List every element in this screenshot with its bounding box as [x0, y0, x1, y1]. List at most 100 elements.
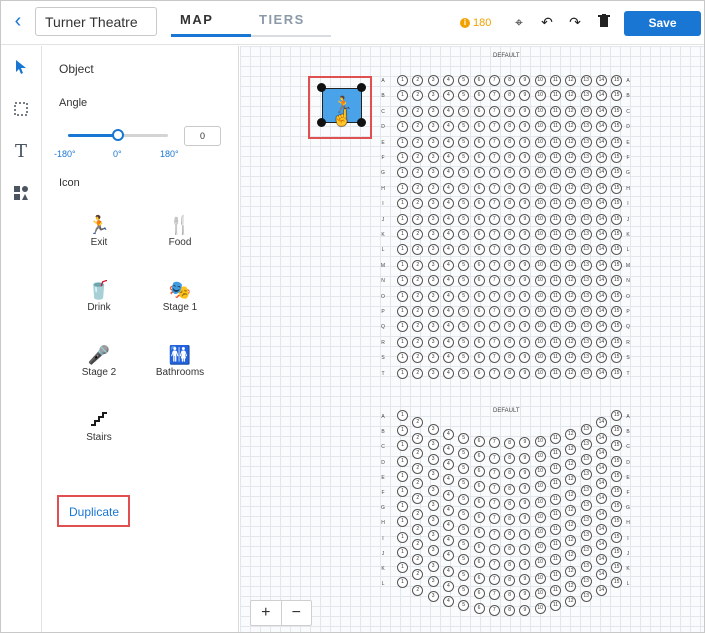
- seat[interactable]: 5: [458, 275, 470, 287]
- seat[interactable]: 12: [565, 580, 577, 592]
- seat[interactable]: 10: [534, 367, 546, 379]
- seat[interactable]: 12: [565, 244, 577, 256]
- seat[interactable]: 8: [504, 259, 516, 271]
- seat[interactable]: 13: [580, 259, 592, 271]
- seat[interactable]: 14: [595, 213, 607, 225]
- seat[interactable]: 6: [473, 306, 485, 317]
- seat[interactable]: 2: [412, 75, 424, 86]
- seat[interactable]: 13: [580, 575, 592, 587]
- seat[interactable]: 9: [519, 275, 531, 287]
- seat[interactable]: 9: [519, 182, 531, 194]
- angle-slider[interactable]: [68, 129, 168, 141]
- seat[interactable]: 1: [397, 167, 408, 179]
- seat[interactable]: 6: [473, 602, 485, 614]
- seat[interactable]: 6: [473, 290, 485, 302]
- seat[interactable]: 7: [488, 306, 500, 317]
- seat[interactable]: 14: [595, 105, 607, 117]
- seat[interactable]: 3: [427, 275, 439, 287]
- seat[interactable]: 12: [565, 259, 577, 271]
- seat[interactable]: 4: [442, 336, 454, 348]
- seat[interactable]: 14: [595, 121, 607, 133]
- seat[interactable]: 12: [565, 198, 577, 210]
- seat[interactable]: 9: [519, 437, 531, 449]
- seat[interactable]: 11: [550, 152, 561, 163]
- seat[interactable]: 1: [397, 182, 408, 194]
- seat[interactable]: 10: [534, 336, 546, 348]
- seat[interactable]: 2: [412, 447, 424, 459]
- seat[interactable]: 8: [504, 468, 516, 480]
- seat[interactable]: 1: [397, 336, 408, 348]
- seat[interactable]: 13: [580, 560, 592, 572]
- seat[interactable]: 6: [473, 259, 485, 271]
- seat[interactable]: 4: [442, 474, 454, 486]
- seat[interactable]: 5: [458, 539, 470, 551]
- seat[interactable]: 6: [473, 321, 485, 333]
- seat[interactable]: 2: [412, 478, 424, 490]
- seat[interactable]: 5: [458, 167, 470, 179]
- seat[interactable]: 5: [458, 306, 470, 317]
- seat[interactable]: 14: [595, 90, 607, 102]
- seat[interactable]: 2: [412, 523, 424, 535]
- seat[interactable]: 8: [504, 105, 516, 117]
- seat[interactable]: 13: [580, 290, 592, 302]
- seat[interactable]: 11: [550, 352, 561, 364]
- seat[interactable]: 14: [595, 198, 607, 210]
- seat[interactable]: 12: [565, 182, 577, 194]
- seat[interactable]: 12: [565, 90, 577, 102]
- seat[interactable]: 15: [611, 516, 623, 528]
- icon-option-stage-2[interactable]: 🎤 Stage 2: [69, 344, 129, 378]
- seat[interactable]: 12: [565, 352, 577, 364]
- seat[interactable]: 4: [442, 520, 454, 532]
- text-icon[interactable]: T: [12, 143, 30, 161]
- seat[interactable]: 11: [550, 336, 561, 348]
- seat[interactable]: 2: [412, 167, 424, 179]
- seat[interactable]: 7: [488, 321, 500, 333]
- seat[interactable]: 4: [442, 90, 454, 102]
- seat[interactable]: 2: [412, 321, 424, 333]
- seat[interactable]: 3: [427, 167, 439, 179]
- seat[interactable]: 11: [550, 432, 561, 444]
- seat[interactable]: 1: [397, 367, 408, 379]
- seat[interactable]: 4: [442, 105, 454, 117]
- seat[interactable]: 13: [580, 484, 592, 496]
- seat[interactable]: 3: [427, 290, 439, 302]
- seat[interactable]: 11: [550, 569, 561, 581]
- seat[interactable]: 12: [565, 229, 577, 240]
- undo-icon[interactable]: ↶: [539, 14, 555, 30]
- seat[interactable]: 1: [397, 352, 408, 364]
- seat[interactable]: 9: [519, 452, 531, 464]
- seat[interactable]: 8: [504, 544, 516, 556]
- seat[interactable]: 2: [412, 306, 424, 317]
- seat[interactable]: 5: [458, 367, 470, 379]
- seat[interactable]: 10: [534, 511, 546, 523]
- seat[interactable]: 11: [550, 198, 561, 210]
- seat[interactable]: 13: [580, 514, 592, 526]
- seat[interactable]: 1: [397, 90, 408, 102]
- seat[interactable]: 3: [427, 90, 439, 102]
- seat[interactable]: 2: [412, 493, 424, 505]
- seat[interactable]: 8: [504, 213, 516, 225]
- seat[interactable]: 12: [565, 121, 577, 133]
- seat[interactable]: 15: [611, 531, 623, 543]
- seat[interactable]: 13: [580, 469, 592, 481]
- seat[interactable]: 3: [427, 213, 439, 225]
- seat[interactable]: 12: [565, 459, 577, 471]
- seat[interactable]: 3: [427, 244, 439, 256]
- seat[interactable]: 7: [488, 213, 500, 225]
- seat[interactable]: 4: [442, 504, 454, 516]
- icon-option-bathrooms[interactable]: 🚻 Bathrooms: [150, 344, 210, 378]
- seat[interactable]: 11: [550, 584, 561, 596]
- seat[interactable]: 8: [504, 182, 516, 194]
- seat[interactable]: 6: [473, 466, 485, 478]
- seat[interactable]: 4: [442, 275, 454, 287]
- save-button[interactable]: Save: [624, 11, 701, 36]
- seat[interactable]: 7: [488, 352, 500, 364]
- seat[interactable]: 2: [412, 121, 424, 133]
- seat[interactable]: 10: [534, 229, 546, 240]
- seat[interactable]: 12: [565, 167, 577, 179]
- seat[interactable]: 5: [458, 136, 470, 148]
- redo-icon[interactable]: ↷: [567, 14, 583, 30]
- seat[interactable]: 6: [473, 496, 485, 508]
- seat[interactable]: 7: [488, 498, 500, 510]
- seat[interactable]: 5: [458, 336, 470, 348]
